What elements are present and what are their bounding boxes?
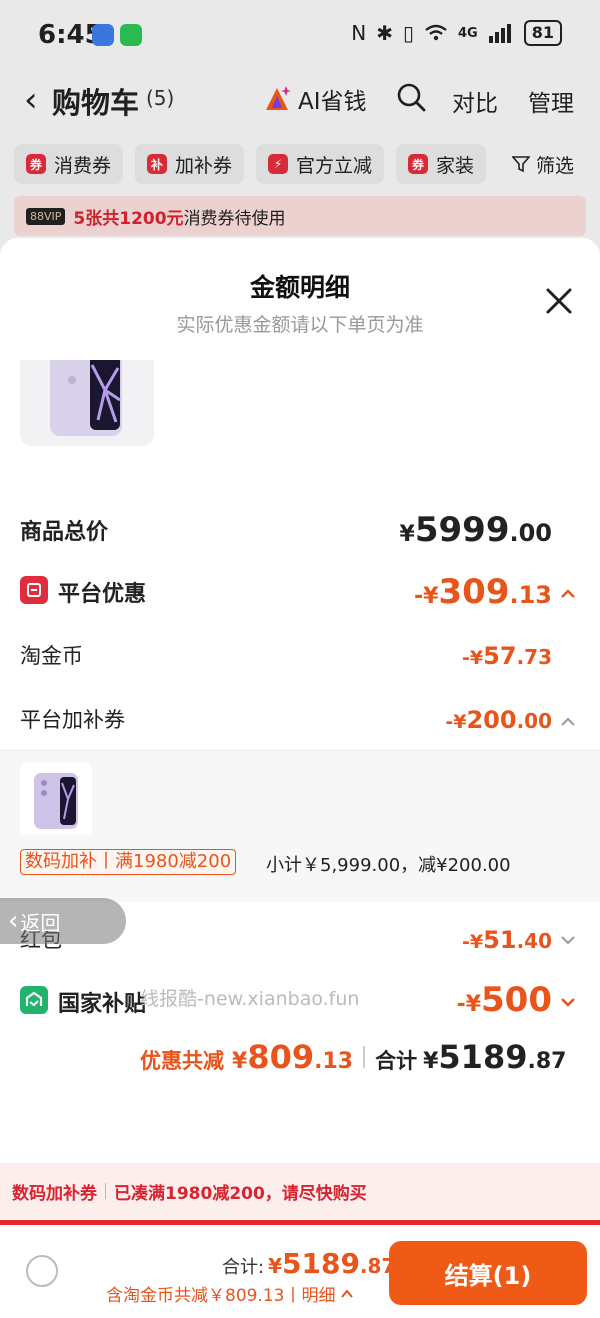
checkout-total: 合计: ¥ 5189 .87	[222, 1247, 395, 1280]
checkout-button[interactable]: 结算(1)	[389, 1241, 587, 1305]
sum-value: ¥ 5189 .87	[423, 1038, 567, 1076]
watermark-text: 线报酷-new.xianbao.fun	[140, 988, 360, 1010]
row-platform-discount[interactable]: 平台优惠 -¥ 309 .13	[0, 570, 600, 614]
discount-total-label: 优惠共减	[140, 1049, 224, 1073]
row-total-price: 商品总价 ¥ 5999 .00	[0, 508, 600, 552]
divider	[363, 1046, 366, 1068]
coupon-tip-title: 数码加补券	[12, 1183, 97, 1204]
checkout-total-label: 合计:	[222, 1257, 265, 1278]
platform-discount-label: 平台优惠	[58, 582, 147, 607]
phone-image	[50, 360, 122, 436]
discount-totals: 优惠共减 ¥ 809 .13 合计 ¥ 5189 .87	[140, 1038, 566, 1076]
checkout-total-value: ¥ 5189 .87	[268, 1247, 396, 1280]
sheet-subtitle: 实际优惠金额请以下单页为准	[176, 314, 424, 336]
back-chevron-icon: ‹	[8, 906, 19, 936]
back-label: 返回	[20, 910, 61, 935]
product-image	[20, 360, 154, 446]
sum-label: 合计	[375, 1049, 418, 1073]
red-packet-value: -¥ 51 .40	[462, 926, 552, 954]
dim-overlay	[0, 0, 600, 260]
checkout-detail-link[interactable]: 含淘金币共减￥809.13丨明细	[106, 1281, 355, 1306]
cart-page-background: 6:45 N ✱ ▯ 4G 81 ‹ 购物车 (5) AI省钱 对比 管理 券 …	[0, 0, 600, 260]
subsidy-coupon-tag: 数码加补丨满1980减200	[20, 849, 237, 875]
subsidy-coupon-detail: 数码加补丨满1980减200 小计￥5,999.00，减¥200.00	[0, 750, 600, 902]
platform-discount-icon	[20, 576, 48, 604]
checkout-detail-text: 含淘金币共减￥809.13丨明细	[106, 1286, 336, 1306]
row-platform-coupon[interactable]: 平台加补券 -¥ 200 .00	[0, 700, 600, 740]
amount-detail-sheet: 金额明细 实际优惠金额请以下单页为准 商品总价 ¥ 5999 .00 平台优惠 …	[0, 238, 600, 1318]
taojinbi-label: 淘金币	[20, 644, 83, 668]
platform-coupon-value: -¥ 200 .00	[445, 706, 552, 734]
close-icon[interactable]	[540, 282, 578, 320]
coupon-tip-banner: 数码加补券 已凑满1980减200，请尽快购买	[0, 1163, 600, 1219]
chevron-up-icon	[561, 589, 575, 598]
subsidy-product-image	[20, 763, 92, 835]
divider	[105, 1183, 106, 1199]
national-subsidy-value: -¥ 500	[456, 980, 552, 1020]
select-all-checkbox[interactable]	[26, 1255, 58, 1287]
total-price-label: 商品总价	[20, 520, 109, 545]
subsidy-subtotal: 小计￥5,999.00，减¥200.00	[266, 855, 511, 876]
checkout-bar: 合计: ¥ 5189 .87 含淘金币共减￥809.13丨明细 结算(1)	[0, 1225, 600, 1318]
discount-total-value: ¥ 809 .13	[232, 1038, 354, 1076]
sheet-title: 金额明细	[249, 273, 350, 302]
back-floating-button[interactable]: ‹ 返回	[0, 898, 126, 944]
platform-coupon-label: 平台加补券	[20, 708, 125, 732]
chevron-down-icon	[561, 998, 575, 1007]
platform-discount-value: -¥ 309 .13	[414, 572, 552, 612]
chevron-down-icon	[561, 936, 575, 945]
chevron-up-icon	[341, 1288, 354, 1298]
coupon-tip-text: 已凑满1980减200，请尽快购买	[114, 1183, 367, 1204]
national-subsidy-icon	[20, 986, 48, 1014]
taojinbi-value: -¥ 57 .73	[462, 642, 552, 670]
total-price-value: ¥ 5999 .00	[399, 510, 552, 550]
row-taojinbi: 淘金币 -¥ 57 .73	[0, 636, 600, 676]
chevron-up-icon	[561, 717, 575, 726]
national-subsidy-label: 国家补贴	[58, 992, 147, 1017]
